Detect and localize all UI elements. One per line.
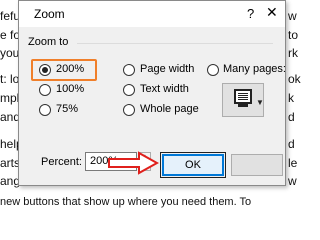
cancel-button[interactable] (231, 154, 283, 176)
doc-right-fragment: d (288, 137, 295, 151)
doc-right-fragment: w (288, 9, 297, 23)
radio-text-width-label[interactable]: Text width (140, 83, 189, 95)
help-button[interactable]: ? (247, 6, 254, 21)
monitor-stand (238, 104, 248, 107)
radio-many-pages-label[interactable]: Many pages: (223, 63, 286, 75)
radio-many-pages[interactable] (207, 64, 219, 76)
radio-page-width[interactable] (123, 64, 135, 76)
ok-button[interactable]: OK (162, 154, 224, 176)
radio-page-width-label[interactable]: Page width (140, 63, 194, 75)
radio-75-percent[interactable] (39, 104, 51, 116)
radio-whole-page-label[interactable]: Whole page (140, 103, 199, 115)
chevron-down-icon: ▼ (256, 98, 264, 107)
group-divider (77, 43, 273, 44)
doc-right-fragment: d (288, 110, 295, 124)
doc-bottom-line: new buttons that show up where you need … (0, 196, 252, 208)
close-button[interactable]: ✕ (266, 4, 278, 21)
red-arrow-icon (108, 151, 159, 175)
radio-75-percent-label[interactable]: 75% (56, 103, 78, 115)
doc-right-fragment: to (288, 28, 299, 42)
doc-right-fragment: ok (288, 72, 301, 86)
radio-100-percent[interactable] (39, 84, 51, 96)
radio-100-percent-label[interactable]: 100% (56, 83, 84, 95)
dialog-titlebar: Zoom ? ✕ (19, 1, 285, 27)
radio-200-percent[interactable] (39, 64, 51, 76)
zoom-dialog: Zoom ? ✕ Zoom to 200% 100% 75% Page widt… (18, 0, 286, 186)
doc-right-fragment: k (288, 91, 294, 105)
doc-right-fragment: w (288, 174, 297, 188)
doc-right-fragment: rk (288, 46, 298, 60)
doc-right-fragment: le (288, 156, 298, 170)
radio-whole-page[interactable] (123, 104, 135, 116)
percent-label: Percent: (41, 156, 82, 168)
radio-200-percent-label[interactable]: 200% (56, 63, 84, 75)
monitor-icon (234, 89, 252, 104)
radio-text-width[interactable] (123, 84, 135, 96)
many-pages-button[interactable]: ▼ (222, 83, 264, 117)
dialog-title: Zoom (34, 7, 65, 21)
zoom-to-group-label: Zoom to (28, 36, 69, 48)
